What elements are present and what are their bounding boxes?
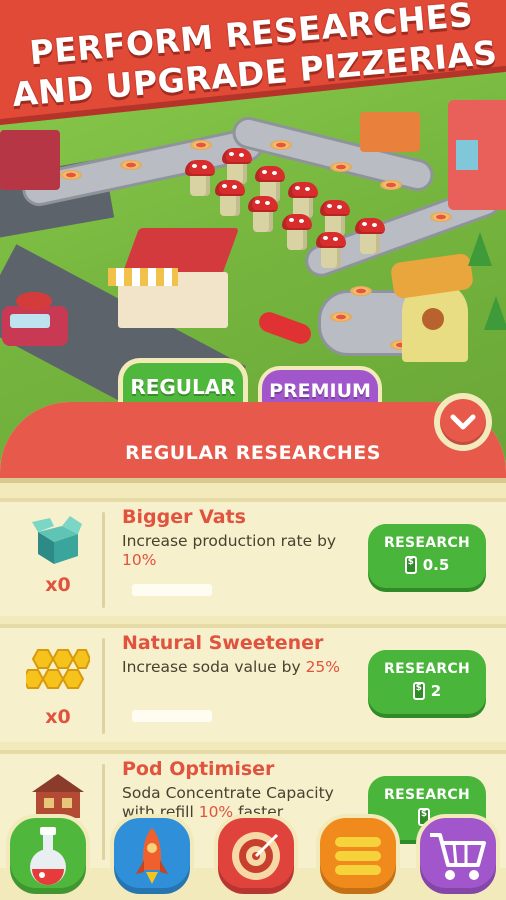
research-button-label: RESEARCH (384, 661, 470, 677)
nav-missions-button[interactable] (214, 814, 298, 898)
mushroom-silo (355, 218, 385, 254)
divider (102, 638, 105, 734)
pizza (190, 140, 212, 150)
research-count: x0 (45, 706, 71, 728)
building (360, 112, 420, 152)
mushroom-silo (248, 196, 278, 232)
research-button-label: RESEARCH (384, 787, 470, 803)
research-name: Natural Sweetener (122, 632, 324, 654)
bottom-nav (0, 806, 506, 900)
mushroom-silo (316, 232, 346, 268)
pizza (380, 180, 402, 190)
research-icon-cell: x0 (20, 510, 96, 614)
research-button[interactable]: RESEARCH 0.5 (368, 524, 486, 588)
pizzeria-building (100, 228, 240, 328)
research-cost: 2 (368, 682, 486, 700)
collapse-button-face (440, 399, 486, 445)
research-progress-bar (132, 584, 212, 596)
research-description: Increase production rate by 10% (122, 532, 362, 570)
cash-icon (404, 556, 417, 574)
pizza-factory (389, 252, 482, 372)
nav-research-button[interactable] (6, 814, 90, 898)
pizza (330, 162, 352, 172)
building (0, 130, 60, 190)
research-button-label: RESEARCH (384, 535, 470, 551)
mushroom-silo (282, 214, 312, 250)
research-cost: 0.5 (368, 556, 486, 574)
pizza (60, 170, 82, 180)
shop-cart-icon (430, 833, 486, 880)
building (448, 100, 506, 210)
research-row: x0 Natural Sweetener Increase soda value… (0, 624, 506, 742)
research-desc-text: Increase production rate by (122, 532, 337, 550)
flask-icon (30, 827, 66, 885)
pizza (120, 160, 142, 170)
tree (468, 232, 492, 266)
research-row: x0 Bigger Vats Increase production rate … (0, 498, 506, 616)
pizza (270, 140, 292, 150)
research-cost-value: 0.5 (422, 556, 450, 574)
mushroom-silo (320, 200, 350, 236)
red-car (256, 309, 314, 347)
tree (484, 296, 506, 330)
nav-menu-button[interactable] (316, 814, 400, 898)
panel-title: REGULAR RESEARCHES (125, 442, 381, 464)
food-truck (2, 292, 72, 356)
target-icon (232, 832, 280, 880)
box-icon (32, 516, 82, 564)
chevron-down-icon (450, 414, 476, 430)
research-icon-cell: x0 (20, 636, 96, 740)
research-desc-text: Increase soda value by (122, 658, 301, 676)
mushroom-silo (215, 180, 245, 216)
research-desc-value: 25% (305, 658, 341, 676)
research-description: Increase soda value by 25% (122, 658, 362, 677)
research-button[interactable]: RESEARCH 2 (368, 650, 486, 714)
menu-icon (335, 837, 381, 875)
mushroom-silo (288, 182, 318, 218)
pizza (330, 312, 352, 322)
research-progress-bar (132, 710, 212, 722)
collapse-panel-button[interactable] (434, 393, 492, 451)
honeycomb-icon (26, 649, 90, 689)
research-name: Pod Optimiser (122, 758, 275, 780)
research-count: x0 (45, 574, 71, 596)
nav-boost-button[interactable] (110, 814, 194, 898)
cash-icon (412, 682, 425, 700)
research-name: Bigger Vats (122, 506, 246, 528)
rocket-icon (136, 828, 168, 884)
mushroom-silo (222, 148, 252, 184)
pizza (430, 212, 452, 222)
mushroom-silo (185, 160, 215, 196)
research-cost-value: 2 (430, 682, 442, 700)
tab-premium-label: PREMIUM (269, 380, 371, 402)
pizza (350, 286, 372, 296)
research-desc-value: 10% (122, 551, 157, 569)
divider (102, 512, 105, 608)
tab-regular-label: REGULAR (130, 374, 236, 399)
nav-shop-button[interactable] (416, 814, 500, 898)
